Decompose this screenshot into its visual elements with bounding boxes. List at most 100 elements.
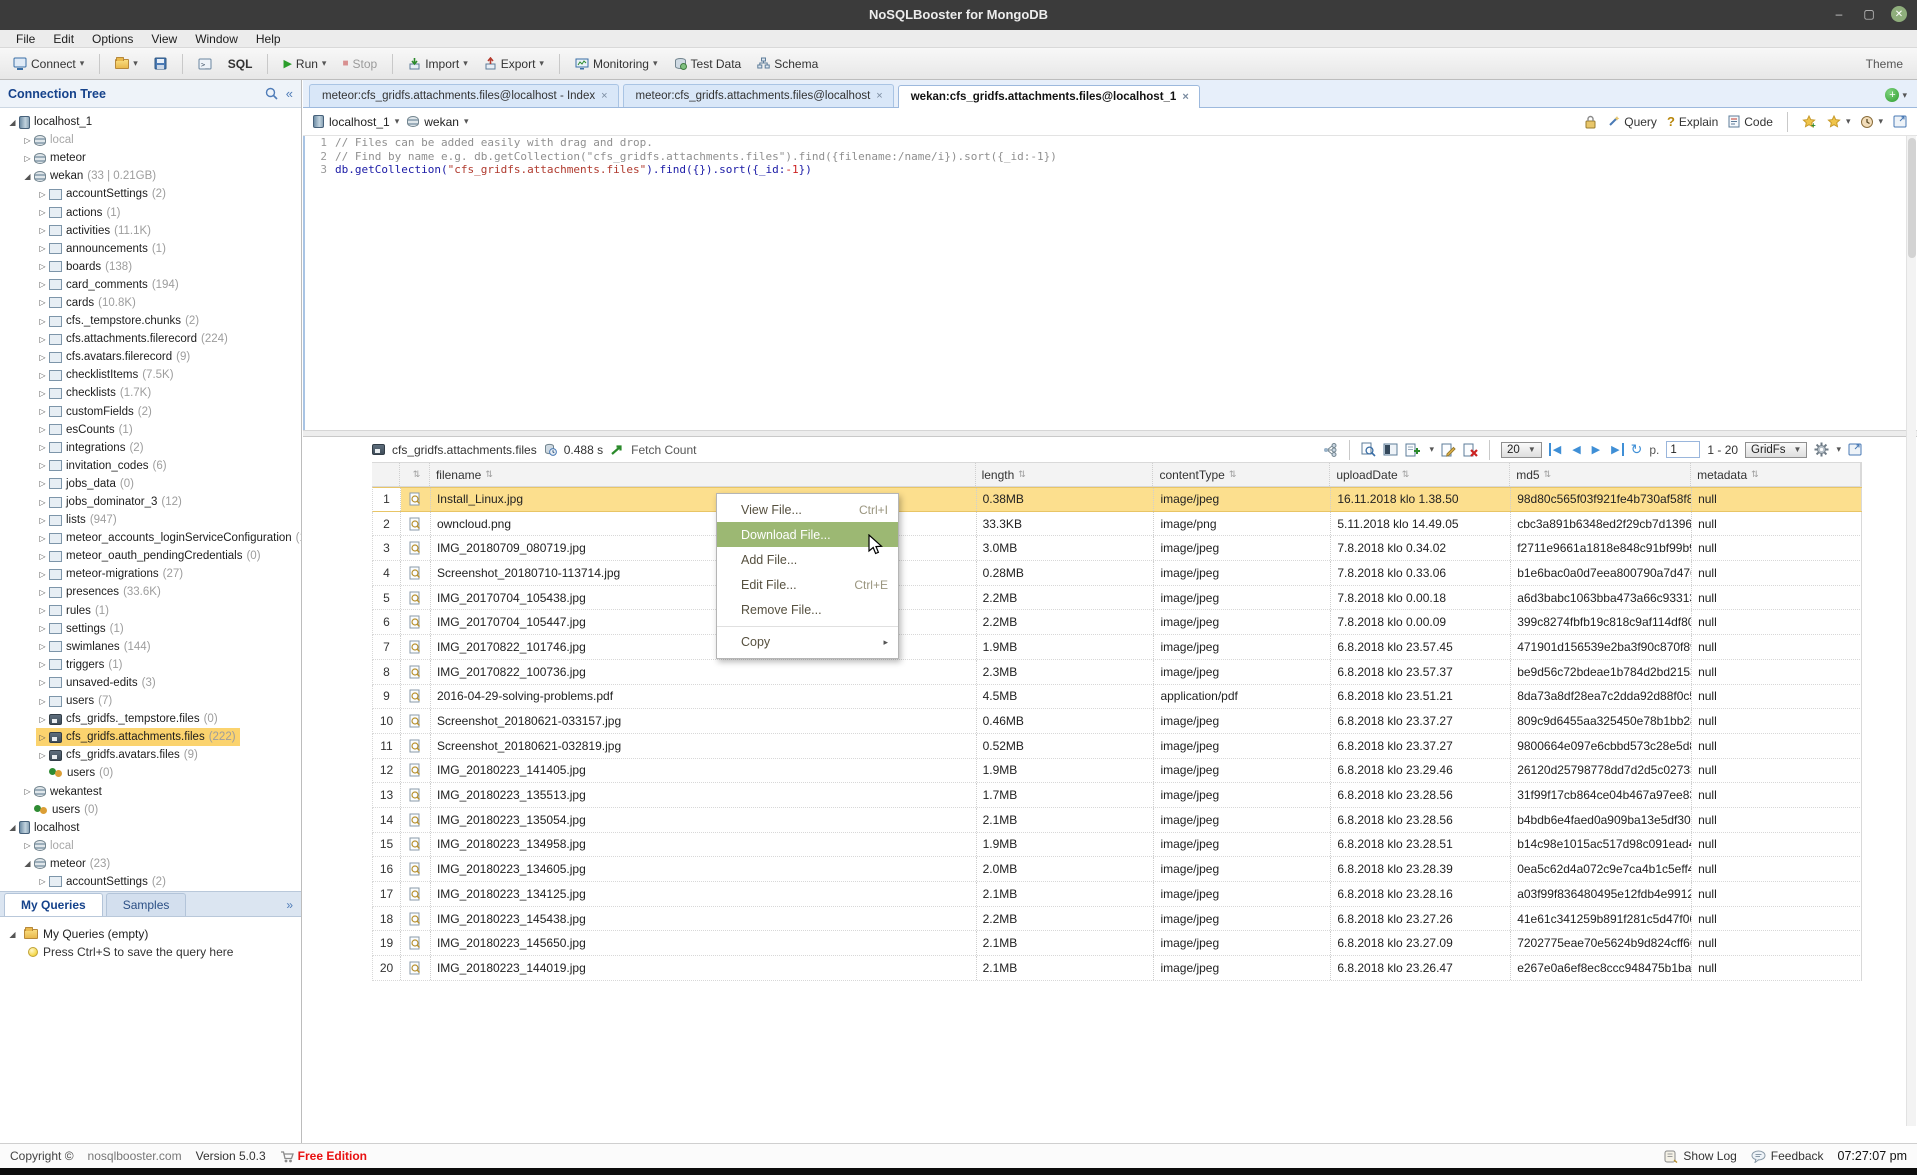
tree-expander-icon[interactable]: ▷: [36, 552, 49, 561]
preview-cell[interactable]: [401, 783, 431, 807]
show-log-button[interactable]: Show Log: [1663, 1149, 1736, 1163]
stop-button[interactable]: ■Stop: [337, 54, 382, 74]
tree-expander-icon[interactable]: ▷: [36, 733, 49, 742]
tree-expander-icon[interactable]: ▷: [36, 624, 49, 633]
free-edition-button[interactable]: Free Edition: [280, 1149, 367, 1163]
sort-icon[interactable]: ⇅: [1402, 469, 1410, 480]
document-tab[interactable]: wekan:cfs_gridfs.attachments.files@local…: [898, 85, 1200, 108]
my-queries-folder[interactable]: ◢ My Queries (empty): [6, 925, 301, 943]
preview-cell[interactable]: [401, 685, 431, 709]
next-page-button[interactable]: ▶: [1590, 443, 1602, 456]
refresh-icon[interactable]: ↻: [1631, 441, 1643, 458]
chevron-down-icon[interactable]: ▾: [1429, 444, 1434, 455]
lock-icon[interactable]: [1584, 115, 1597, 129]
header-md5[interactable]: md5⇅: [1510, 463, 1691, 486]
tree-expander-icon[interactable]: ▷: [36, 642, 49, 651]
breadcrumb-database[interactable]: wekan ▾: [407, 115, 468, 129]
maximize-icon[interactable]: ▢: [1861, 6, 1877, 22]
prev-page-button[interactable]: ◀: [1570, 443, 1582, 456]
tree-expander-icon[interactable]: ▷: [36, 244, 49, 253]
tree-item[interactable]: ▷ card_comments (194): [0, 276, 301, 294]
tree-item[interactable]: ▷ cfs._tempstore.chunks (2): [0, 312, 301, 330]
tree-item[interactable]: ▷ rules (1): [0, 602, 301, 620]
close-tab-icon[interactable]: ×: [876, 90, 882, 102]
find-in-results-icon[interactable]: [1361, 442, 1376, 457]
schema-view-icon[interactable]: [1323, 443, 1338, 457]
table-row[interactable]: 7 IMG_20170822_101746.jpg 1.9MB image/jp…: [372, 635, 1862, 660]
sort-icon[interactable]: ⇅: [413, 469, 421, 480]
tree-expander-icon[interactable]: ▷: [36, 697, 49, 706]
tree-item[interactable]: ▷ accountSettings (2): [0, 185, 301, 203]
preview-cell[interactable]: [401, 857, 431, 881]
test-data-button[interactable]: Test Data: [669, 54, 747, 74]
table-row[interactable]: 13 IMG_20180223_135513.jpg 1.7MB image/j…: [372, 783, 1862, 808]
code-button[interactable]: Code: [1728, 115, 1773, 129]
tree-expander-icon[interactable]: ▷: [36, 606, 49, 615]
tree-item[interactable]: ▷ lists (947): [0, 511, 301, 529]
sql-button[interactable]: SQL: [223, 54, 258, 74]
table-row[interactable]: 15 IMG_20180223_134958.jpg 1.9MB image/j…: [372, 833, 1862, 858]
tree-item[interactable]: ▷ customFields (2): [0, 403, 301, 421]
tree-item[interactable]: ▷ swimlanes (144): [0, 638, 301, 656]
tree-expander-icon[interactable]: ▷: [36, 425, 49, 434]
tree-expander-icon[interactable]: ▷: [36, 443, 49, 452]
header-metadata[interactable]: metadata⇅: [1691, 463, 1861, 486]
context-menu-item[interactable]: Remove File...: [717, 597, 898, 622]
document-tab[interactable]: meteor:cfs_gridfs.attachments.files@loca…: [309, 84, 619, 107]
tree-item[interactable]: ▷ checklistItems (7.5K): [0, 366, 301, 384]
scrollbar-thumb[interactable]: [1908, 138, 1916, 258]
feedback-button[interactable]: Feedback: [1751, 1149, 1824, 1163]
tree-item[interactable]: ▷ cfs_gridfs._tempstore.files (0): [0, 710, 301, 728]
preview-cell[interactable]: [401, 808, 431, 832]
query-editor[interactable]: 1 // Files can be added easily with drag…: [303, 136, 1917, 430]
tree-expander-icon[interactable]: ◢: [6, 118, 19, 127]
preview-cell[interactable]: [401, 709, 431, 733]
tree-item[interactable]: ▷ local: [0, 837, 301, 855]
tree-item[interactable]: ▷ cfs.avatars.filerecord (9): [0, 348, 301, 366]
page-input[interactable]: [1666, 441, 1700, 458]
tree-item[interactable]: ▷ cfs_gridfs.attachments.files (222): [0, 728, 301, 746]
new-tab-button[interactable]: + ▾: [1885, 88, 1907, 102]
preview-cell[interactable]: [401, 610, 431, 634]
tree-expander-icon[interactable]: ▷: [36, 407, 49, 416]
close-icon[interactable]: ✕: [1891, 6, 1907, 22]
tree-expander-icon[interactable]: ▷: [36, 280, 49, 289]
tree-expander-icon[interactable]: ◢: [21, 172, 34, 181]
site-link[interactable]: nosqlbooster.com: [88, 1149, 182, 1163]
tree-expander-icon[interactable]: ▷: [36, 715, 49, 724]
breadcrumb-connection[interactable]: localhost_1 ▾: [313, 115, 399, 129]
tree-expander-icon[interactable]: ▷: [36, 660, 49, 669]
preview-cell[interactable]: [401, 833, 431, 857]
sort-icon[interactable]: ⇅: [1018, 469, 1026, 480]
tree-item[interactable]: ▷ meteor: [0, 149, 301, 167]
run-button[interactable]: ▶Run▾: [278, 54, 331, 74]
tree-item[interactable]: ▷ jobs_data (0): [0, 475, 301, 493]
schema-button[interactable]: Schema: [752, 54, 823, 74]
gear-icon[interactable]: [1814, 442, 1829, 457]
tree-item[interactable]: ▷ meteor_accounts_loginServiceConfigurat…: [0, 529, 301, 547]
tree-expander-icon[interactable]: ▷: [21, 154, 34, 163]
preview-cell[interactable]: [401, 907, 431, 931]
panel-view-icon[interactable]: [1383, 443, 1398, 456]
connect-button[interactable]: Connect▾: [8, 54, 89, 74]
view-mode-select[interactable]: GridFs▼: [1745, 442, 1807, 458]
editor-results-splitter[interactable]: [303, 430, 1917, 437]
tree-item[interactable]: ▷ cfs.attachments.filerecord (224): [0, 330, 301, 348]
tree-expander-icon[interactable]: ▷: [36, 678, 49, 687]
preview-cell[interactable]: [401, 660, 431, 684]
preview-cell[interactable]: [401, 586, 431, 610]
tree-item[interactable]: ▷ users (7): [0, 692, 301, 710]
add-document-icon[interactable]: [1405, 443, 1422, 457]
table-row[interactable]: 3 IMG_20180709_080719.jpg 3.0MB image/jp…: [372, 536, 1862, 561]
tree-expander-icon[interactable]: ▷: [36, 588, 49, 597]
tree-expander-icon[interactable]: ▷: [36, 371, 49, 380]
preview-cell[interactable]: [401, 956, 431, 980]
tree-item[interactable]: ▷ local: [0, 131, 301, 149]
add-favorite-icon[interactable]: +: [1802, 115, 1817, 129]
preview-cell[interactable]: [401, 931, 431, 955]
tree-item[interactable]: ▷ unsaved-edits (3): [0, 674, 301, 692]
preview-cell[interactable]: [401, 759, 431, 783]
explain-button[interactable]: ? Explain: [1667, 114, 1718, 129]
tree-expander-icon[interactable]: ▷: [36, 208, 49, 217]
tree-expander-icon[interactable]: ◢: [21, 859, 34, 868]
